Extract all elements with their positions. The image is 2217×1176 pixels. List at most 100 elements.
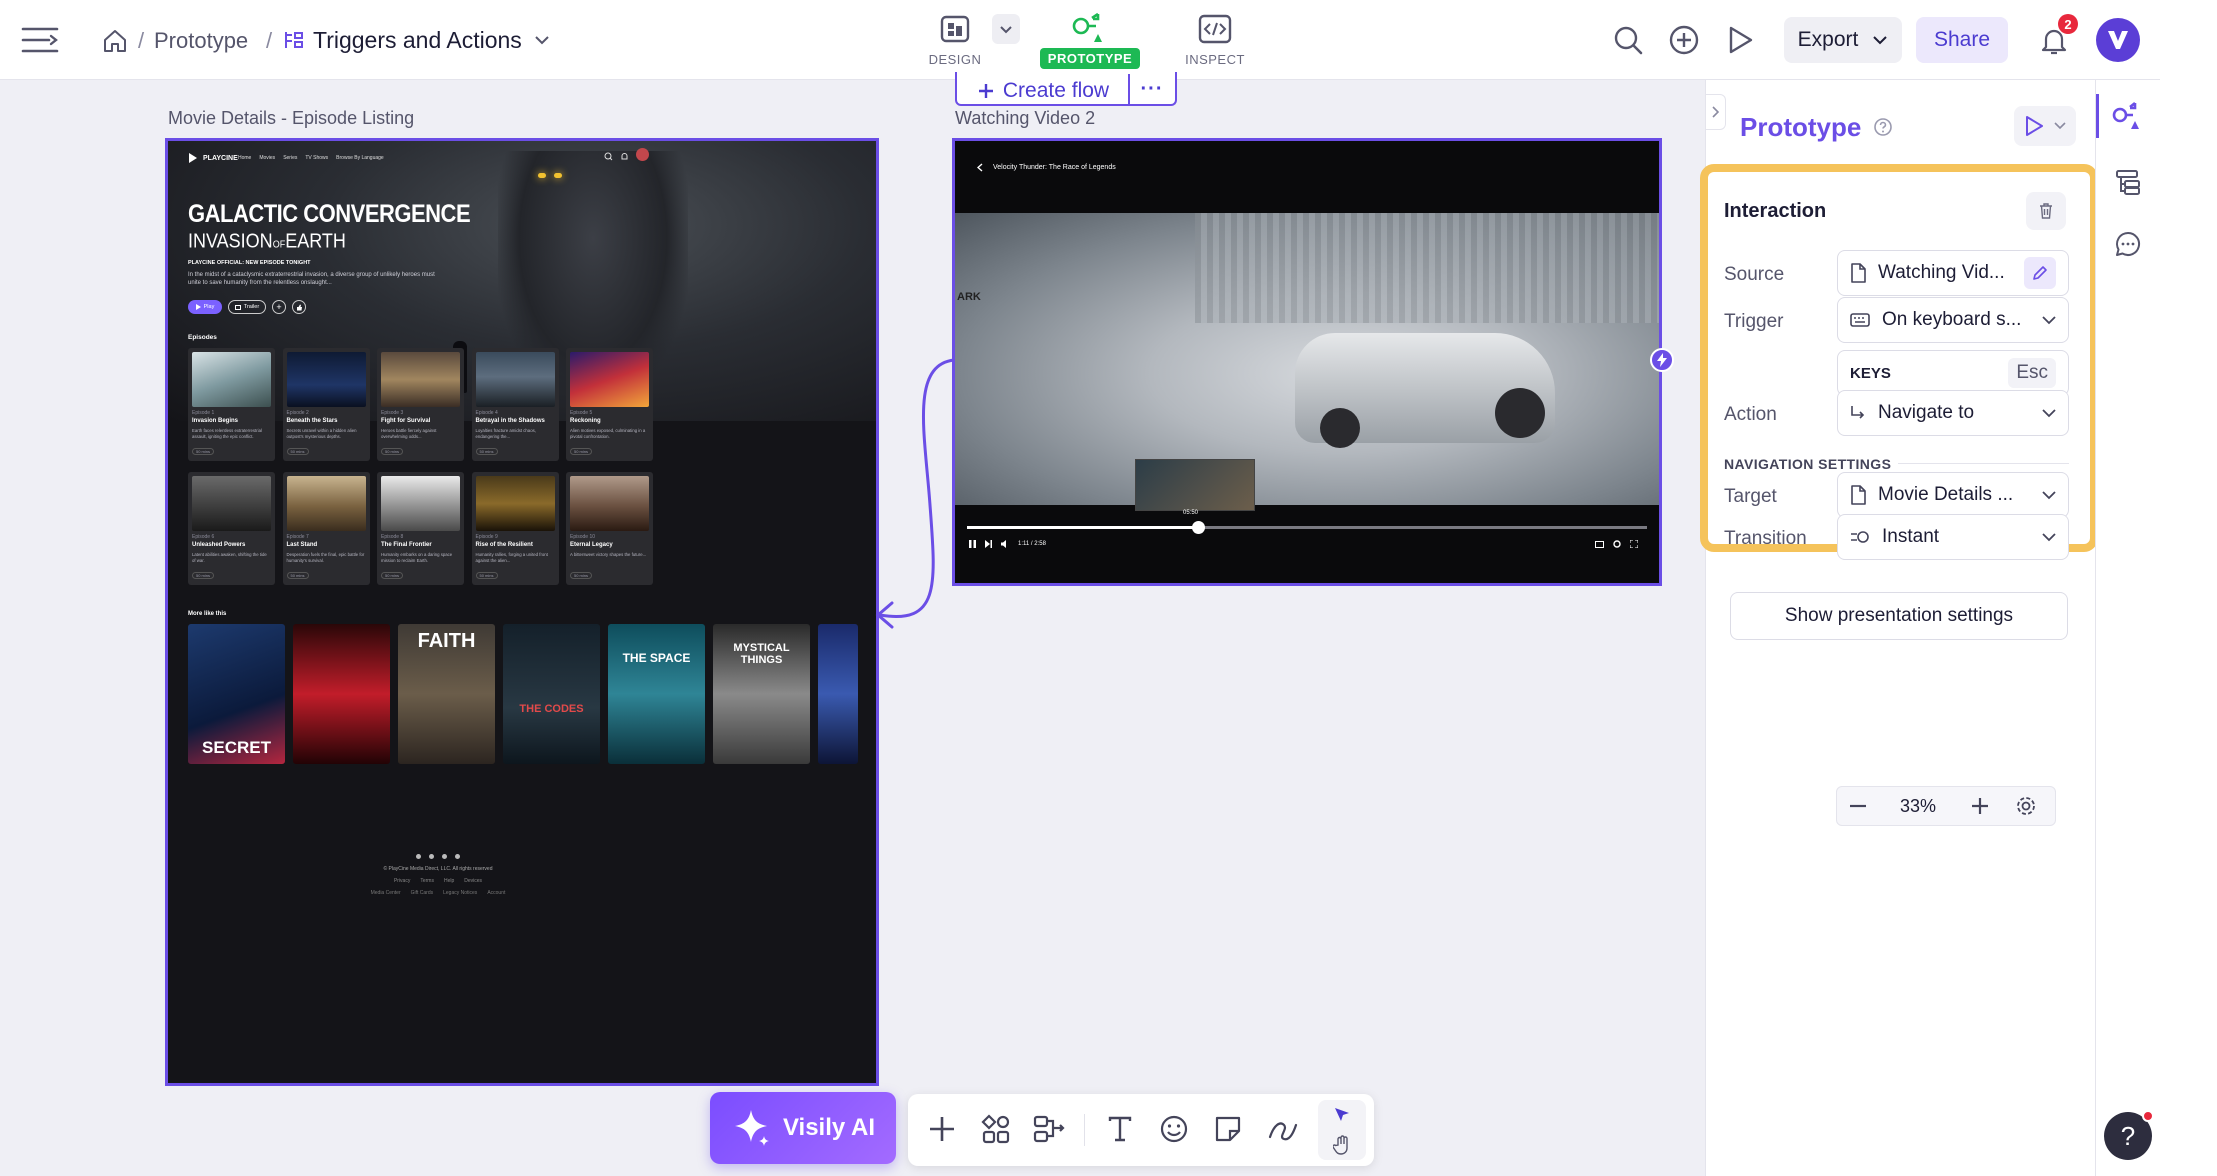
- help-circle-icon[interactable]: [1872, 116, 1894, 138]
- sticky-note-button[interactable]: [1202, 1094, 1254, 1164]
- play-icon[interactable]: [1722, 22, 1758, 58]
- nav-home[interactable]: Home: [238, 155, 251, 161]
- breadcrumb-project[interactable]: Prototype: [154, 28, 248, 54]
- episode-card[interactable]: Episode 9 Rise of the Resilient Humanity r…: [471, 472, 559, 585]
- hero-like-button[interactable]: [292, 300, 306, 314]
- episode-card[interactable]: Episode 2 Beneath the Stars Secrets unrave…: [282, 348, 370, 461]
- inspect-mode-button[interactable]: INSPECT: [1175, 8, 1255, 72]
- zoom-out-button[interactable]: [1838, 790, 1878, 822]
- episode-card[interactable]: Episode 1 Invasion Begins Earth faces rele…: [188, 348, 275, 461]
- hand-tool-button[interactable]: [1322, 1132, 1362, 1158]
- create-flow-button[interactable]: Create flow: [960, 76, 1126, 106]
- watching-video-frame[interactable]: Velocity Thunder: The Race of Legends AR…: [952, 138, 1662, 586]
- flow-connector-arrow[interactable]: [870, 355, 960, 715]
- source-field[interactable]: Watching Vid...: [1837, 250, 2069, 296]
- youtube-icon[interactable]: [455, 853, 460, 859]
- movie-avatar[interactable]: [636, 148, 649, 161]
- action-select[interactable]: Navigate to: [1837, 390, 2069, 436]
- text-tool-button[interactable]: [1094, 1094, 1146, 1164]
- prototype-panel-tab[interactable]: [2106, 96, 2150, 136]
- instagram-icon[interactable]: [442, 853, 447, 859]
- poster-card[interactable]: THE SPACE: [608, 624, 705, 764]
- episode-card[interactable]: Episode 3 Fight for Survival Heroes battle…: [377, 348, 464, 461]
- home-icon[interactable]: [100, 26, 130, 56]
- design-canvas[interactable]: Create flow ··· Movie Details - Episode …: [0, 72, 1705, 1176]
- nav-browse-language[interactable]: Browse By Language: [336, 155, 384, 161]
- frame-label-watching-video[interactable]: Watching Video 2: [955, 108, 1095, 129]
- insert-button[interactable]: [916, 1094, 968, 1164]
- captions-icon[interactable]: [1595, 540, 1604, 548]
- back-chevron-icon[interactable]: [977, 162, 983, 172]
- hero-trailer-button[interactable]: Trailer: [228, 300, 266, 314]
- chevron-down-icon[interactable]: [530, 30, 554, 50]
- add-circle-icon[interactable]: [1666, 22, 1702, 58]
- emoji-tool-button[interactable]: [1148, 1094, 1200, 1164]
- frame-label-movie-details[interactable]: Movie Details - Episode Listing: [168, 108, 414, 129]
- select-tool-button[interactable]: [1322, 1102, 1362, 1128]
- layers-panel-tab[interactable]: [2106, 162, 2150, 202]
- footer-link[interactable]: Media Center: [371, 890, 401, 896]
- prototype-mode-button[interactable]: PROTOTYPE: [1039, 8, 1141, 72]
- episode-card[interactable]: Episode 8 The Final Frontier Humanity emba…: [377, 472, 464, 585]
- edit-source-button[interactable]: [2024, 257, 2056, 289]
- zoom-in-button[interactable]: [1960, 790, 2000, 822]
- twitter-icon[interactable]: [429, 853, 434, 859]
- footer-link[interactable]: Help: [444, 878, 454, 884]
- export-button[interactable]: Export: [1784, 17, 1902, 63]
- episode-card[interactable]: Episode 5 Reckoning Alien motives exposed,…: [566, 348, 653, 461]
- interaction-trigger-icon[interactable]: [1650, 348, 1674, 372]
- footer-link[interactable]: Account: [487, 890, 505, 896]
- movie-search-icon[interactable]: [602, 150, 614, 162]
- episode-card[interactable]: Episode 6 Unleashed Powers Latent abilitie…: [188, 472, 275, 585]
- delete-interaction-button[interactable]: [2026, 192, 2066, 230]
- trigger-select[interactable]: On keyboard s...: [1837, 297, 2069, 343]
- footer-link[interactable]: Terms: [420, 878, 434, 884]
- zoom-settings-button[interactable]: [2006, 790, 2046, 822]
- volume-icon[interactable]: [1001, 540, 1009, 548]
- movie-details-frame[interactable]: PLAYCINE Home Movies Series TV Shows Bro…: [165, 138, 879, 1086]
- preview-play-button[interactable]: [2014, 106, 2076, 146]
- design-mode-dropdown[interactable]: [992, 14, 1020, 44]
- collapse-panel-button[interactable]: [1706, 94, 1726, 130]
- poster-card[interactable]: [293, 624, 390, 764]
- pen-tool-button[interactable]: [1256, 1094, 1308, 1164]
- avatar[interactable]: [2096, 18, 2140, 62]
- nav-series[interactable]: Series: [283, 155, 297, 161]
- poster-card[interactable]: SECRET: [188, 624, 285, 764]
- key-chip[interactable]: Esc: [2008, 358, 2056, 388]
- visily-ai-button[interactable]: Visily AI: [710, 1092, 896, 1164]
- hero-add-button[interactable]: +: [272, 300, 286, 314]
- footer-link[interactable]: Gift Cards: [411, 890, 434, 896]
- nav-tv-shows[interactable]: TV Shows: [305, 155, 328, 161]
- nav-movies[interactable]: Movies: [259, 155, 275, 161]
- presentation-settings-button[interactable]: Show presentation settings: [1730, 592, 2068, 640]
- footer-link[interactable]: Privacy: [394, 878, 410, 884]
- comments-panel-tab[interactable]: [2106, 224, 2150, 264]
- poster-card[interactable]: THE CODES: [503, 624, 600, 764]
- facebook-icon[interactable]: [416, 853, 421, 859]
- transition-select[interactable]: Instant: [1837, 514, 2069, 560]
- flow-button[interactable]: [1024, 1094, 1076, 1164]
- poster-card[interactable]: FAITH: [398, 624, 495, 764]
- hero-play-button[interactable]: Play: [188, 300, 222, 314]
- episode-card[interactable]: Episode 4 Betrayal in the Shadows Loyaltie…: [471, 348, 559, 461]
- poster-card[interactable]: MYSTICAL THINGS: [713, 624, 810, 764]
- episode-card[interactable]: Episode 7 Last Stand Desperation fuels the…: [282, 472, 370, 585]
- search-icon[interactable]: [1610, 22, 1646, 58]
- flow-more-button[interactable]: ···: [1128, 74, 1174, 104]
- target-select[interactable]: Movie Details ...: [1837, 472, 2069, 518]
- pause-icon[interactable]: [969, 540, 976, 548]
- footer-link[interactable]: Legacy Notices: [443, 890, 477, 896]
- progress-knob[interactable]: [1192, 521, 1206, 534]
- zoom-level[interactable]: 33%: [1900, 796, 1936, 817]
- poster-card[interactable]: [818, 624, 858, 764]
- episode-card[interactable]: Episode 10 Eternal Legacy A bittersweet vi…: [566, 472, 653, 585]
- settings-icon[interactable]: [1613, 540, 1621, 548]
- skip-next-icon[interactable]: [985, 540, 992, 548]
- components-button[interactable]: [970, 1094, 1022, 1164]
- fullscreen-icon[interactable]: [1630, 540, 1638, 548]
- menu-icon[interactable]: [18, 20, 62, 60]
- design-mode-button[interactable]: DESIGN: [920, 8, 990, 72]
- share-button[interactable]: Share: [1916, 17, 2008, 63]
- footer-link[interactable]: Devices: [464, 878, 482, 884]
